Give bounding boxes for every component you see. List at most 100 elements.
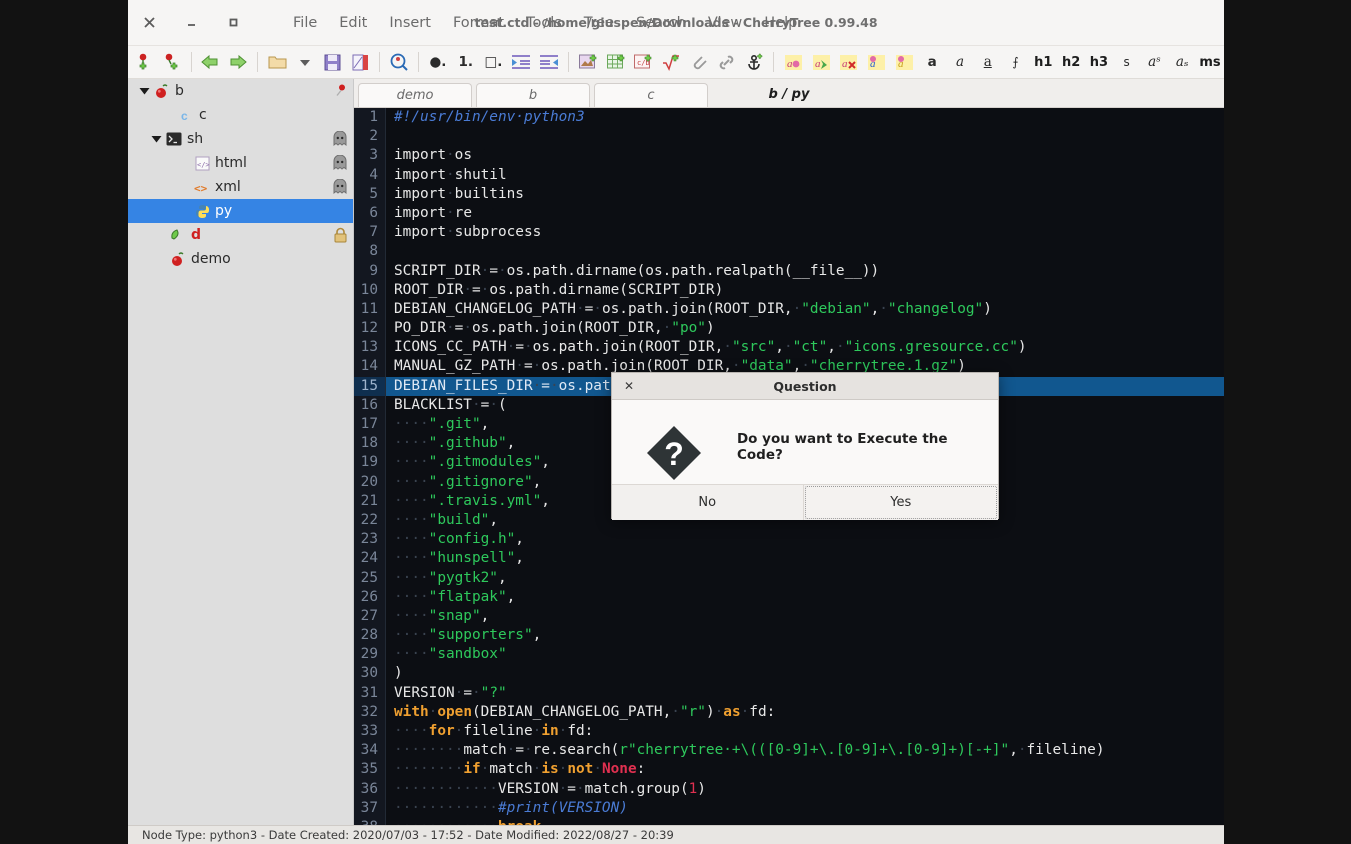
code-line[interactable]: 5 import·builtins [354, 184, 1224, 204]
go-forward-icon[interactable] [224, 48, 252, 76]
menu-tools[interactable]: Tools [515, 10, 573, 36]
code-line[interactable]: 30) [354, 664, 1224, 684]
insert-latex-icon[interactable] [657, 48, 685, 76]
code-line[interactable]: 27 ····"snap", [354, 606, 1224, 627]
menu-help[interactable]: Help [753, 10, 808, 36]
code-line-text: ····".travis.yml", [394, 492, 550, 509]
code-line[interactable]: 34 ········match·=·re.search(r"cherrytree… [354, 741, 1224, 761]
menu-search[interactable]: Search [625, 10, 697, 36]
tree-node-c[interactable]: c c [128, 103, 353, 127]
menu-tree[interactable]: Tree [573, 10, 625, 36]
strikethrough-icon[interactable]: ⨍ [1002, 48, 1030, 76]
save-as-icon[interactable] [346, 48, 374, 76]
open-dropdown-icon[interactable] [291, 48, 319, 76]
code-line[interactable]: 35 ········if·match·is·not·None: [354, 760, 1224, 780]
new-subnode-icon[interactable] [158, 48, 186, 76]
bold-icon[interactable]: a [918, 48, 946, 76]
tree-node-html[interactable]: </> html [128, 151, 353, 175]
insert-codebox-icon[interactable]: c/b [630, 48, 658, 76]
code-line[interactable]: 9 SCRIPT_DIR·=·os.path.dirname(os.path.re… [354, 261, 1224, 281]
dialog-buttons: No Yes [612, 484, 998, 520]
open-file-icon[interactable] [263, 48, 291, 76]
attach-file-icon[interactable] [685, 48, 713, 76]
monospace-icon[interactable]: ms [1196, 48, 1224, 76]
insert-anchor-icon[interactable] [741, 48, 769, 76]
code-line[interactable]: 37 ············#print(VERSION) [354, 798, 1224, 818]
new-node-icon[interactable] [130, 48, 158, 76]
code-line[interactable]: 24 ····"hunspell", [354, 549, 1224, 569]
code-line[interactable]: 38············break [354, 817, 1224, 825]
tree-node-d[interactable]: d [128, 223, 353, 247]
code-line[interactable]: 32 with·open(DEBIAN_CHANGELOG_PATH,·"r")·… [354, 702, 1224, 722]
code-line[interactable]: 23 ····"config.h", [354, 530, 1224, 550]
insert-link-icon[interactable] [713, 48, 741, 76]
code-line[interactable]: 10 ROOT_DIR·=·os.path.dirname(SCRIPT_DIR) [354, 280, 1224, 300]
text-color-background-icon[interactable]: a [807, 48, 835, 76]
bulleted-list-icon[interactable]: ●. [424, 48, 452, 76]
superscript-icon[interactable]: aˢ [1141, 48, 1169, 76]
indent-decrease-icon[interactable] [535, 48, 563, 76]
menu-view[interactable]: View [697, 10, 753, 36]
no-button[interactable]: No [612, 485, 804, 520]
menu-edit[interactable]: Edit [328, 10, 378, 36]
heading-3-icon[interactable]: h3 [1085, 48, 1113, 76]
go-back-icon[interactable] [197, 48, 225, 76]
code-line[interactable]: 36 ············VERSION·=·match.group(1) [354, 779, 1224, 799]
text-color-foreground-icon[interactable]: a [779, 48, 807, 76]
underline-icon[interactable]: a [974, 48, 1002, 76]
svg-text:a: a [787, 58, 793, 70]
numbered-list-icon[interactable]: 1. [452, 48, 480, 76]
code-line[interactable]: 13 ICONS_CC_PATH·=·os.path.join(ROOT_DIR,… [354, 338, 1224, 358]
code-line[interactable]: 11 DEBIAN_CHANGELOG_PATH·=·os.path.join(R… [354, 299, 1224, 320]
close-icon[interactable]: ✕ [612, 379, 646, 393]
heading-1-icon[interactable]: h1 [1029, 48, 1057, 76]
tab-c[interactable]: c [594, 83, 708, 107]
tree-node-b[interactable]: b [128, 79, 353, 103]
tree-node-demo[interactable]: demo [128, 247, 353, 271]
tab-b[interactable]: b [476, 83, 590, 107]
code-line[interactable]: 33 ····for·fileline·in·fd: [354, 722, 1224, 742]
code-line[interactable]: 31 VERSION·=·"?" [354, 683, 1224, 703]
tree-panel[interactable]: b c c sh </> html <> xml py d demo [128, 79, 354, 825]
code-line[interactable]: 25 ····"pygtk2", [354, 568, 1224, 588]
small-text-icon[interactable]: s [1113, 48, 1141, 76]
todo-list-icon[interactable]: □. [480, 48, 508, 76]
code-line[interactable]: 8 [354, 242, 1224, 262]
code-line[interactable]: 28 ····"supporters", [354, 626, 1224, 646]
code-line[interactable]: 29 ····"sandbox" [354, 645, 1224, 665]
insert-table-icon[interactable] [602, 48, 630, 76]
text-color-blue-icon[interactable]: a [863, 48, 891, 76]
heading-2-icon[interactable]: h2 [1057, 48, 1085, 76]
minimize-icon[interactable] [170, 0, 212, 45]
expander-expanded-icon[interactable] [148, 135, 164, 143]
menu-format[interactable]: Format [442, 10, 515, 36]
maximize-icon[interactable] [212, 0, 254, 45]
code-line[interactable]: 4 import·shutil [354, 165, 1224, 185]
menu-insert[interactable]: Insert [378, 10, 442, 36]
code-line[interactable]: 3 import·os [354, 146, 1224, 166]
code-line[interactable]: 26 ····"flatpak", [354, 587, 1224, 607]
subscript-icon[interactable]: aₛ [1168, 48, 1196, 76]
tree-node-py[interactable]: py [128, 199, 353, 223]
save-icon[interactable] [319, 48, 347, 76]
tab-bar: demo b c b / py [354, 79, 1224, 108]
text-color-yellow-icon[interactable]: a [891, 48, 919, 76]
menu-file[interactable]: File [282, 10, 328, 36]
italic-icon[interactable]: a [946, 48, 974, 76]
find-icon[interactable] [385, 48, 413, 76]
close-icon[interactable] [128, 0, 170, 45]
code-line[interactable]: 7 import·subprocess [354, 223, 1224, 243]
indent-increase-icon[interactable] [507, 48, 535, 76]
code-line[interactable]: 6 import·re [354, 203, 1224, 224]
yes-button[interactable]: Yes [804, 486, 997, 519]
insert-image-icon[interactable] [574, 48, 602, 76]
code-line[interactable]: 2 [354, 127, 1224, 147]
remove-formatting-icon[interactable]: a [835, 48, 863, 76]
code-line[interactable]: 12 PO_DIR·=·os.path.join(ROOT_DIR,·"po") [354, 319, 1224, 339]
expander-expanded-icon[interactable] [136, 87, 152, 95]
tab-demo[interactable]: demo [358, 83, 472, 107]
line-number: 26 [354, 587, 386, 607]
code-line[interactable]: 1 #!/usr/bin/env·python3 [354, 108, 1224, 128]
tree-node-sh[interactable]: sh [128, 127, 353, 151]
tree-node-xml[interactable]: <> xml [128, 175, 353, 199]
